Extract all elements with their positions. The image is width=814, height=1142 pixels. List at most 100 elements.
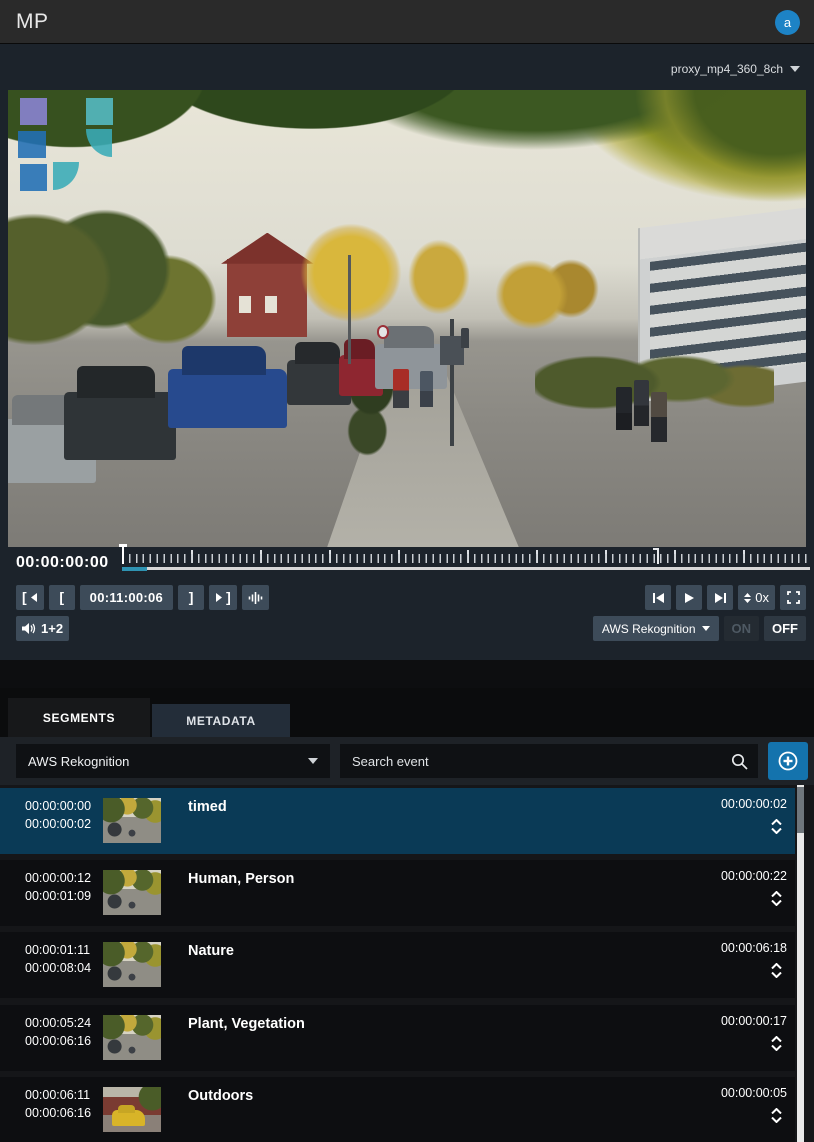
chevron-up-icon <box>771 1108 782 1114</box>
search-box <box>340 744 758 778</box>
waveform-button[interactable] <box>242 585 269 610</box>
tab-metadata[interactable]: METADATA <box>152 704 290 737</box>
chevron-down-icon <box>702 626 710 631</box>
segment-out-timecode: 00:00:00:02 <box>25 815 91 833</box>
source-selector[interactable]: proxy_mp4_360_8ch <box>671 62 800 76</box>
segment-expand-control[interactable] <box>771 1036 782 1051</box>
chevron-down-icon <box>308 758 318 764</box>
audio-channels-label: 1+2 <box>41 621 63 636</box>
search-input[interactable] <box>340 754 731 769</box>
set-out-button[interactable]: ] <box>178 585 204 610</box>
scene-person <box>393 369 408 408</box>
fullscreen-button[interactable] <box>780 585 806 610</box>
tabs-bar: SEGMENTS METADATA <box>0 688 814 737</box>
goto-out-button[interactable]: ] <box>209 585 237 610</box>
skip-start-icon <box>653 593 664 603</box>
chevron-down-icon <box>790 66 800 72</box>
speed-value: 0x <box>755 590 769 605</box>
segment-in-timecode: 00:00:00:00 <box>25 797 91 815</box>
source-label: proxy_mp4_360_8ch <box>671 62 783 76</box>
overlay-off-button[interactable]: OFF <box>764 616 806 641</box>
user-avatar[interactable]: a <box>775 10 800 35</box>
segment-row[interactable]: 00:00:00:12 00:00:01:09 Human, Person 00… <box>0 860 795 926</box>
current-timecode: 00:00:00:00 <box>16 554 109 572</box>
list-scrollbar[interactable] <box>797 785 804 1142</box>
app-title: MP <box>16 10 49 34</box>
video-surface[interactable] <box>8 90 806 547</box>
chevron-up-icon <box>771 1036 782 1042</box>
search-icon[interactable] <box>731 753 748 770</box>
segment-expand-control[interactable] <box>771 891 782 906</box>
timeline-progress <box>122 567 147 571</box>
filter-bar: AWS Rekognition <box>0 737 814 785</box>
playhead-marker[interactable] <box>119 544 127 566</box>
segment-in-timecode: 00:00:05:24 <box>25 1014 91 1032</box>
overlay-selector-button[interactable]: AWS Rekognition <box>593 616 719 641</box>
segment-out-timecode: 00:00:08:04 <box>25 959 91 977</box>
add-segment-button[interactable] <box>768 742 808 780</box>
segment-out-timecode: 00:00:01:09 <box>25 887 91 905</box>
chevron-up-icon <box>771 963 782 969</box>
segment-row[interactable]: 00:00:01:11 00:00:08:04 Nature 00:00:06:… <box>0 932 795 998</box>
segment-expand-control[interactable] <box>771 1108 782 1123</box>
scene-person <box>420 371 434 407</box>
chevron-down-icon <box>771 1117 782 1123</box>
play-button[interactable] <box>676 585 702 610</box>
skip-to-start-button[interactable] <box>645 585 671 610</box>
event-source-dropdown[interactable]: AWS Rekognition <box>16 744 330 778</box>
triangle-left-icon <box>30 593 38 602</box>
event-source-value: AWS Rekognition <box>28 754 129 769</box>
scene-car <box>64 392 176 461</box>
segment-row[interactable]: 00:00:06:11 00:00:06:16 Outdoors 00:00:0… <box>0 1077 795 1142</box>
segment-duration: 00:00:00:22 <box>721 869 787 883</box>
chevron-down-icon <box>771 972 782 978</box>
segment-thumbnail <box>103 870 161 915</box>
segment-duration: 00:00:00:17 <box>721 1014 787 1028</box>
fullscreen-icon <box>787 591 800 604</box>
segment-label: timed <box>188 799 227 815</box>
plus-circle-icon <box>777 750 799 772</box>
skip-to-end-button[interactable] <box>707 585 733 610</box>
triangle-right-icon <box>215 593 223 602</box>
segment-label: Nature <box>188 943 234 959</box>
list-scrollbar-thumb[interactable] <box>797 787 804 833</box>
segment-row[interactable]: 00:00:00:00 00:00:00:02 timed 00:00:00:0… <box>0 788 795 854</box>
timeline-track[interactable] <box>122 567 810 570</box>
play-icon <box>685 593 694 603</box>
segment-in-timecode: 00:00:00:12 <box>25 869 91 887</box>
segment-thumbnail <box>103 1015 161 1060</box>
overlay-selector-label: AWS Rekognition <box>602 622 696 636</box>
segment-thumbnail <box>103 942 161 987</box>
overlay-on-button[interactable]: ON <box>724 616 760 641</box>
set-in-button[interactable]: [ <box>49 585 75 610</box>
segment-label: Plant, Vegetation <box>188 1016 305 1032</box>
chevron-down-icon <box>771 900 782 906</box>
segment-out-timecode: 00:00:06:16 <box>25 1032 91 1050</box>
segment-out-timecode: 00:00:06:16 <box>25 1104 91 1122</box>
speaker-icon <box>22 622 37 635</box>
segment-list: 00:00:00:00 00:00:00:02 timed 00:00:00:0… <box>0 785 814 1142</box>
scene-car <box>375 344 447 390</box>
tab-segments[interactable]: SEGMENTS <box>8 698 150 737</box>
segment-duration: 00:00:00:05 <box>721 1086 787 1100</box>
goto-in-button[interactable]: [ <box>16 585 44 610</box>
scene-person <box>651 392 667 442</box>
segment-expand-control[interactable] <box>771 819 782 834</box>
waveform-icon <box>248 591 263 605</box>
top-bar: MP a <box>0 0 814 44</box>
scene-car <box>168 369 288 428</box>
chevron-down-icon <box>771 828 782 834</box>
audio-channels-button[interactable]: 1+2 <box>16 616 69 641</box>
segment-in-timecode: 00:00:06:11 <box>25 1086 91 1104</box>
segment-expand-control[interactable] <box>771 963 782 978</box>
app-window: MP a proxy_mp4_360_8ch <box>0 0 814 1142</box>
chevron-up-icon <box>771 819 782 825</box>
chevron-up-icon <box>771 891 782 897</box>
segment-duration: 00:00:06:18 <box>721 941 787 955</box>
scene-person <box>616 387 632 430</box>
speed-control[interactable]: 0x <box>738 585 775 610</box>
segment-row[interactable]: 00:00:05:24 00:00:06:16 Plant, Vegetatio… <box>0 1005 795 1071</box>
duration-timecode-button[interactable]: 00:11:00:06 <box>80 585 173 610</box>
out-point-marker[interactable] <box>653 548 659 564</box>
skip-end-icon <box>715 593 726 603</box>
